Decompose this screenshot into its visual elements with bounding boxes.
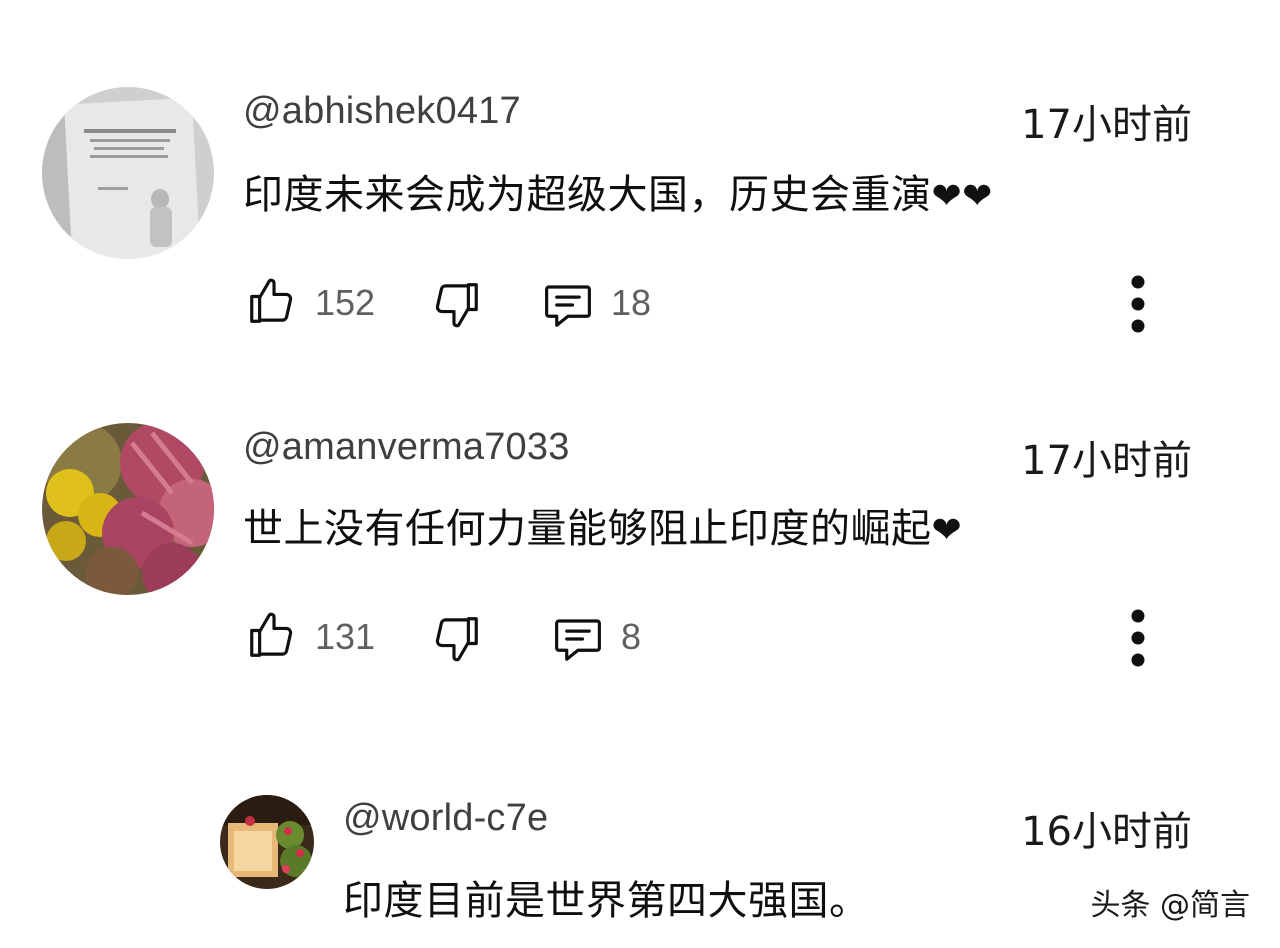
comment-icon[interactable] [541, 278, 595, 332]
comment-body: 印度目前是世界第四大强国。 [343, 878, 870, 924]
reply-count: 8 [621, 616, 642, 657]
comment-time: 16小时前 [1021, 809, 1192, 855]
thumbs-down-icon[interactable] [429, 612, 483, 666]
avatar[interactable] [42, 423, 214, 595]
comment-text: 印度未来会成为超级大国，历史会重演❤❤ [243, 162, 993, 220]
more-vertical-icon[interactable] [1116, 272, 1160, 336]
heart-emoji: ❤ [931, 510, 963, 551]
like-count: 152 [315, 282, 376, 323]
comment-author[interactable]: @abhishek0417 [243, 90, 521, 133]
comment-author[interactable]: @amanverma7033 [243, 426, 570, 469]
like-count: 131 [315, 616, 376, 657]
comment-body: 印度未来会成为超级大国，历史会重演 [243, 172, 932, 218]
comment-actions: 152 18 [243, 272, 1243, 332]
comment-time: 17小时前 [1021, 438, 1192, 484]
comment-text: 世上没有任何力量能够阻止印度的崛起❤ [243, 496, 962, 554]
comment-body: 世上没有任何力量能够阻止印度的崛起 [243, 506, 932, 552]
avatar[interactable] [42, 87, 214, 259]
thumbs-down-icon[interactable] [429, 278, 483, 332]
thumbs-up-icon[interactable] [245, 608, 299, 662]
comment-text: 印度目前是世界第四大强国。 [343, 868, 870, 926]
comment-author[interactable]: @world-c7e [343, 797, 548, 840]
heart-emoji: ❤❤ [931, 176, 993, 217]
avatar[interactable] [220, 795, 314, 889]
watermark: 头条 @简言 [1090, 888, 1250, 923]
comment-icon[interactable] [551, 612, 605, 666]
comments-page: @abhishek0417 17小时前 印度未来会成为超级大国，历史会重演❤❤ … [0, 0, 1280, 948]
thumbs-up-icon[interactable] [245, 274, 299, 328]
more-vertical-icon[interactable] [1116, 606, 1160, 670]
comment-time: 17小时前 [1021, 102, 1192, 148]
reply-count: 18 [611, 282, 652, 323]
comment-actions: 131 8 [243, 606, 1243, 666]
